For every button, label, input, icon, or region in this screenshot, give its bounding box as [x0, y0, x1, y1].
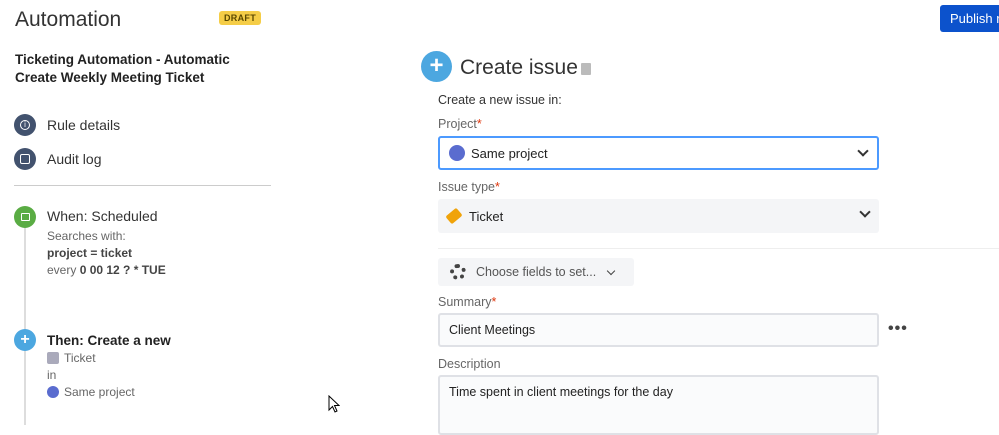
panel-title: Create issue	[460, 56, 578, 79]
chevron-down-icon	[859, 206, 871, 218]
gear-icon	[450, 264, 466, 280]
issue-type-select[interactable]: Ticket	[438, 199, 879, 233]
required-mark: *	[491, 295, 497, 309]
ticket-icon	[445, 207, 463, 225]
sidebar-item-label: Audit log	[47, 151, 102, 167]
sidebar-item-rule-details[interactable]: i Rule details	[14, 114, 120, 136]
description-value: Time spent in client meetings for the da…	[449, 385, 673, 399]
trash-icon[interactable]	[581, 63, 591, 75]
publish-button[interactable]: Publish rule	[940, 5, 999, 32]
cron-expression: 0 00 12 ? * TUE	[79, 263, 166, 277]
info-icon: i	[14, 114, 36, 136]
trigger-desc: Searches with:	[47, 229, 126, 243]
required-mark: *	[494, 180, 500, 194]
list-icon	[14, 148, 36, 170]
plus-icon: +	[421, 51, 452, 82]
choose-fields-button[interactable]: Choose fields to set...	[438, 258, 634, 286]
mouse-cursor-icon	[328, 395, 340, 413]
ticket-type-icon	[47, 352, 59, 364]
timeline-line	[24, 220, 26, 425]
status-badge: DRAFT	[219, 11, 261, 25]
trigger-jql: project = ticket	[47, 246, 133, 260]
action-project: Same project	[64, 385, 135, 399]
project-value: Same project	[471, 145, 548, 161]
project-select[interactable]: Same project	[438, 136, 879, 170]
action-step[interactable]: Then: Create a new Ticket in Same projec…	[47, 332, 171, 401]
in-label: in	[47, 368, 57, 382]
chevron-down-icon	[857, 145, 869, 157]
sidebar-item-audit-log[interactable]: Audit log	[14, 148, 101, 170]
rule-name: Ticketing Automation - Automatic Create …	[15, 52, 230, 85]
project-avatar-icon	[449, 145, 465, 161]
description-textarea[interactable]: Time spent in client meetings for the da…	[438, 375, 879, 435]
choose-fields-label: Choose fields to set...	[476, 265, 597, 279]
more-options-icon[interactable]: •••	[888, 320, 908, 338]
plus-icon[interactable]: +	[14, 329, 36, 351]
trigger-title: When: Scheduled	[47, 208, 158, 224]
summary-value: Client Meetings	[449, 323, 536, 337]
description-label: Description	[438, 357, 501, 371]
trigger-step[interactable]: When: Scheduled Searches with: project =…	[47, 208, 166, 279]
page-title: Automation	[15, 8, 122, 31]
issue-type-value: Ticket	[469, 208, 504, 224]
chevron-down-icon	[606, 266, 616, 275]
action-title: Then: Create a new	[47, 333, 171, 348]
project-label: Project*	[438, 117, 482, 131]
project-avatar-icon	[47, 386, 59, 398]
divider	[14, 185, 271, 186]
summary-input[interactable]: Client Meetings	[438, 313, 879, 347]
divider	[438, 248, 999, 249]
sidebar-item-label: Rule details	[47, 117, 121, 133]
summary-label: Summary*	[438, 295, 497, 309]
every-label: every	[47, 263, 77, 277]
action-issue-type: Ticket	[64, 351, 96, 365]
issue-type-label: Issue type*	[438, 180, 500, 194]
required-mark: *	[476, 117, 482, 131]
intro-text: Create a new issue in:	[438, 93, 562, 107]
calendar-icon[interactable]	[14, 206, 36, 228]
